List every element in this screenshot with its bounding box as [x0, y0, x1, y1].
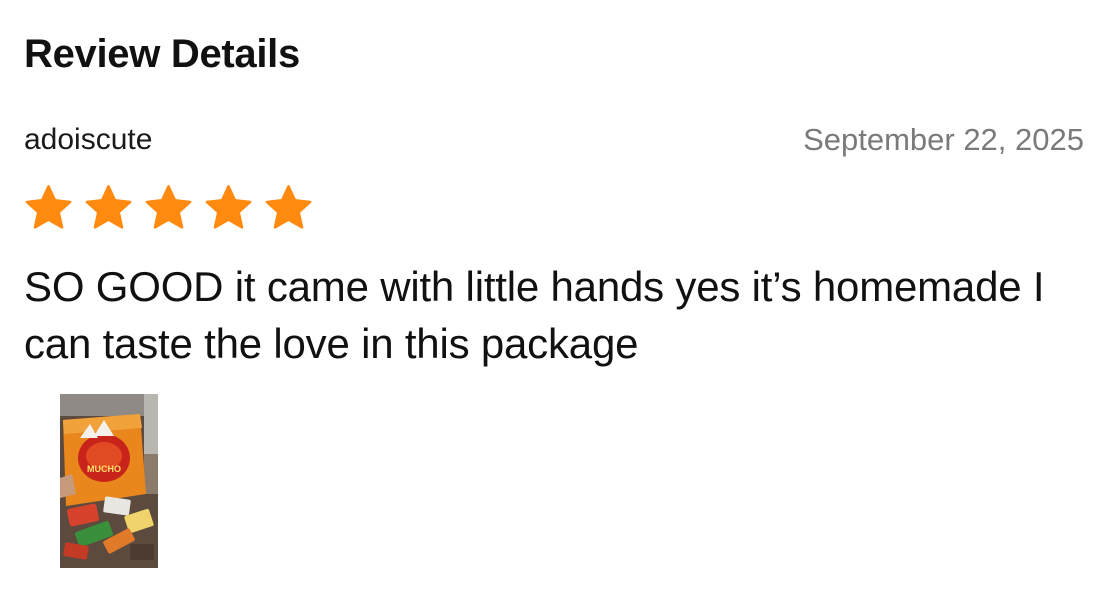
review-text: SO GOOD it came with little hands yes it… [24, 263, 1045, 367]
page-title: Review Details [24, 32, 300, 76]
star-icon [85, 185, 132, 229]
review-photo-thumbnail[interactable]: MUCHO [60, 394, 158, 568]
star-icon [205, 185, 252, 229]
reviewer-username: adoiscute [24, 123, 153, 156]
star-icon [145, 185, 192, 229]
review-details-page: Review Details adoiscute September 22, 2… [0, 0, 1116, 616]
photo-package-text: MUCHO [87, 464, 121, 474]
review-photo-image: MUCHO [60, 394, 158, 568]
review-date: September 22, 2025 [803, 122, 1084, 157]
star-icon [25, 185, 72, 229]
star-icon [265, 185, 312, 229]
star-rating [23, 183, 314, 233]
review-meta: adoiscute September 22, 2025 [24, 120, 1084, 160]
